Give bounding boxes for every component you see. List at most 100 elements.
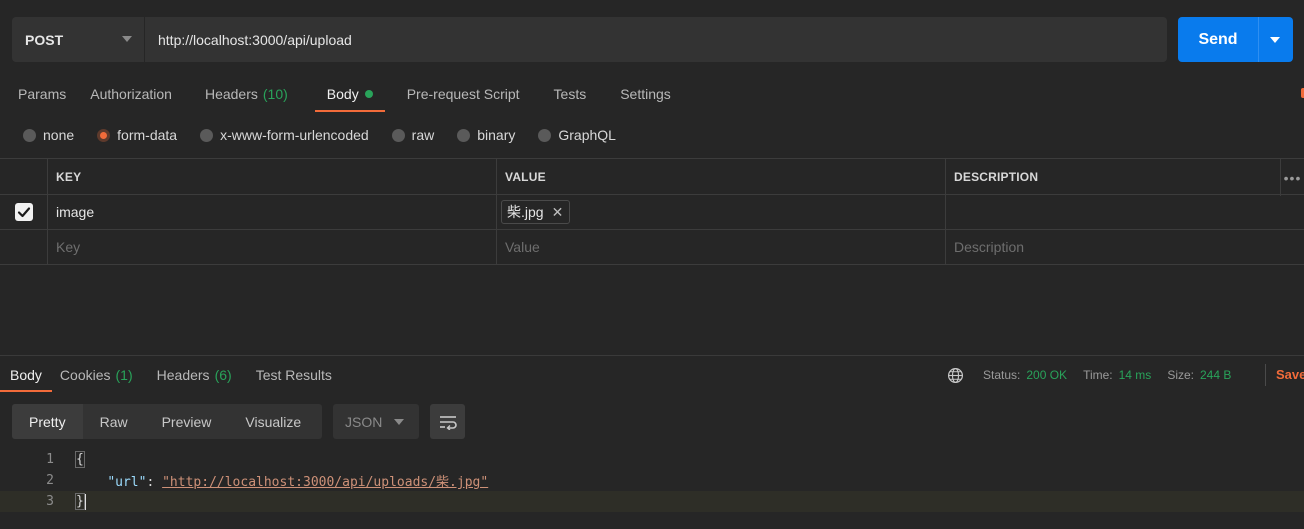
- status-label: Status:: [983, 368, 1021, 382]
- radio-raw[interactable]: raw: [391, 127, 435, 143]
- tab-response-body[interactable]: Body: [0, 358, 52, 392]
- open-brace: {: [75, 451, 85, 468]
- tab-pre-request-label: Pre-request Script: [406, 86, 520, 102]
- value-input[interactable]: Value: [497, 230, 946, 264]
- send-button[interactable]: Send: [1178, 17, 1293, 62]
- row-description-cell[interactable]: [946, 195, 1304, 229]
- radio-x-www-form-urlencoded[interactable]: x-www-form-urlencoded: [200, 127, 369, 143]
- send-label: Send: [1198, 30, 1238, 48]
- code-text: "url": "http://localhost:3000/api/upload…: [76, 471, 488, 490]
- tab-response-headers[interactable]: Headers (6): [157, 358, 232, 392]
- chevron-down-icon[interactable]: [1270, 37, 1280, 43]
- body-type-radios: none form-data x-www-form-urlencoded raw…: [23, 124, 639, 146]
- pane-divider[interactable]: [0, 355, 1304, 356]
- tab-tests[interactable]: Tests: [554, 78, 587, 110]
- url-text: http://localhost:3000/api/upload: [158, 31, 352, 48]
- response-tabs: Body Cookies (1) Headers (6) Test Results: [0, 358, 332, 392]
- format-visualize[interactable]: Visualize: [228, 404, 318, 439]
- row-checkbox[interactable]: [14, 203, 33, 221]
- tab-pre-request-script[interactable]: Pre-request Script: [407, 78, 520, 110]
- save-response-button[interactable]: Save: [1276, 367, 1304, 382]
- status-value[interactable]: 200 OK: [1026, 368, 1067, 382]
- tab-test-results[interactable]: Test Results: [256, 358, 332, 392]
- tab-params[interactable]: Params: [18, 78, 66, 110]
- radio-binary-label: binary: [477, 127, 516, 143]
- cookies-count: (1): [115, 367, 133, 383]
- send-divider: [1258, 17, 1259, 62]
- language-select[interactable]: JSON: [333, 404, 419, 439]
- radio-graphql[interactable]: GraphQL: [538, 127, 616, 143]
- row-key-cell[interactable]: image: [48, 195, 497, 229]
- code-text: }: [75, 493, 86, 510]
- file-chip: 柴.jpg ✕: [501, 200, 571, 224]
- format-raw[interactable]: Raw: [83, 404, 145, 439]
- tab-test-results-label: Test Results: [255, 367, 332, 383]
- line-number: 3: [46, 494, 54, 509]
- size-value[interactable]: 244 B: [1200, 368, 1231, 382]
- tab-authorization[interactable]: Authorization: [90, 78, 172, 110]
- header-checkbox-cell: [0, 159, 48, 194]
- format-preview[interactable]: Preview: [145, 404, 229, 439]
- text-caret: [84, 493, 86, 510]
- file-name: 柴.jpg: [507, 204, 544, 220]
- method-select[interactable]: POST: [12, 17, 144, 62]
- radio-circle-icon: [538, 128, 552, 142]
- tab-cookies[interactable]: Cookies (1): [60, 358, 133, 392]
- tab-body[interactable]: Body: [314, 78, 385, 112]
- tab-response-headers-label: Headers: [156, 367, 210, 383]
- tab-body-label: Body: [326, 86, 359, 102]
- form-data-table: KEY VALUE DESCRIPTION ••• image 柴.jpg ✕ …: [0, 158, 1304, 265]
- close-brace: }: [75, 493, 85, 510]
- method-label: POST: [25, 31, 64, 48]
- radio-circle-icon: [391, 128, 405, 142]
- chevron-down-icon: [122, 36, 132, 42]
- save-divider: [1265, 364, 1266, 386]
- row-value-cell: 柴.jpg ✕: [497, 195, 946, 229]
- code-line-current: 3 }: [0, 491, 1304, 512]
- wrap-lines-button[interactable]: [430, 404, 465, 439]
- body-indicator-dot: [364, 90, 373, 98]
- remove-file-icon[interactable]: ✕: [552, 204, 564, 221]
- radio-none-label: none: [43, 127, 75, 143]
- time-value[interactable]: 14 ms: [1119, 368, 1152, 382]
- line-number: 1: [46, 452, 54, 467]
- description-input[interactable]: Description: [946, 230, 1304, 264]
- radio-circle-icon: [457, 128, 471, 142]
- line-number: 2: [46, 473, 54, 488]
- response-status-bar: Status: 200 OK Time: 14 ms Size: 244 B: [947, 365, 1247, 385]
- header-value: VALUE: [497, 159, 946, 194]
- format-pretty[interactable]: Pretty: [12, 404, 83, 439]
- format-toggle: Pretty Raw Preview Visualize: [12, 404, 322, 439]
- radio-circle-icon: [200, 128, 214, 142]
- code-line: 2 "url": "http://localhost:3000/api/uplo…: [0, 470, 1304, 491]
- url-input[interactable]: http://localhost:3000/api/upload: [145, 17, 1167, 62]
- request-tabs: Params Authorization Headers (10) Body Pr…: [0, 78, 671, 112]
- tab-authorization-label: Authorization: [90, 86, 172, 102]
- table-row: image 柴.jpg ✕: [0, 195, 1304, 230]
- empty-checkbox-cell: [0, 230, 48, 264]
- tab-settings[interactable]: Settings: [620, 78, 671, 110]
- radio-none[interactable]: none: [23, 127, 74, 143]
- json-key: "url": [107, 475, 147, 490]
- key-input[interactable]: Key: [48, 230, 497, 264]
- radio-form-data[interactable]: form-data: [97, 127, 177, 143]
- radio-raw-label: raw: [411, 127, 435, 143]
- size-label: Size:: [1167, 368, 1194, 382]
- json-url-value[interactable]: "http://localhost:3000/api/uploads/柴.jpg…: [162, 475, 488, 490]
- tab-headers[interactable]: Headers (10): [205, 78, 288, 110]
- language-label: JSON: [345, 413, 383, 430]
- time-label: Time:: [1083, 368, 1113, 382]
- chevron-down-icon: [394, 419, 404, 425]
- more-options-icon[interactable]: •••: [1280, 159, 1304, 196]
- radio-circle-icon: [23, 128, 36, 142]
- response-body-code[interactable]: 1 { 2 "url": "http://localhost:3000/api/…: [0, 449, 1304, 512]
- radio-binary[interactable]: binary: [457, 127, 515, 143]
- globe-icon[interactable]: [947, 367, 964, 384]
- header-key: KEY: [48, 159, 497, 194]
- row-key-text: image: [56, 204, 95, 220]
- tab-params-label: Params: [18, 86, 67, 102]
- response-headers-count: (6): [214, 367, 232, 383]
- headers-count: (10): [262, 86, 288, 102]
- radio-urlencoded-label: x-www-form-urlencoded: [220, 127, 369, 143]
- table-row-empty: Key Value Description: [0, 230, 1304, 265]
